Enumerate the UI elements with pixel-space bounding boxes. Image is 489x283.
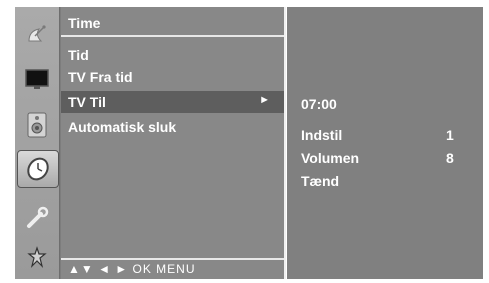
time-menu-panel: Time Tid TV Fra tid TV Til ► Automatisk …	[61, 7, 286, 279]
menu-item-tv-til[interactable]: TV Til ►	[61, 91, 284, 113]
navigation-hint: ▲▼ ◄ ► OK MENU	[68, 262, 196, 276]
tv-til-submenu: 07:00 Indstil 1 Volumen 8 Tænd	[286, 7, 483, 279]
wrench-icon[interactable]	[23, 204, 51, 232]
setting-value: 8	[446, 150, 454, 166]
menu-title: Time	[68, 15, 101, 31]
setting-label: Indstil	[301, 127, 343, 143]
satellite-dish-icon[interactable]	[23, 21, 51, 49]
menu-item-automatisk-sluk[interactable]: Automatisk sluk	[61, 116, 284, 138]
lock-icon[interactable]	[23, 245, 51, 273]
setting-value: 1	[446, 127, 454, 143]
setting-row-taend[interactable]: Tænd	[301, 173, 461, 193]
monitor-icon[interactable]	[23, 65, 51, 93]
title-divider	[61, 35, 284, 37]
on-time-value[interactable]: 07:00	[301, 96, 337, 112]
submenu-arrow-icon: ►	[259, 94, 270, 106]
speaker-icon[interactable]	[23, 111, 51, 139]
setting-row-indstil[interactable]: Indstil 1	[301, 127, 461, 147]
setting-label: Tænd	[301, 173, 340, 189]
menu-item-label: TV Til	[68, 94, 106, 110]
menu-item-tv-fra-tid[interactable]: TV Fra tid	[61, 66, 284, 88]
category-sidebar	[15, 7, 60, 279]
tv-osd-menu: Time Tid TV Fra tid TV Til ► Automatisk …	[15, 7, 483, 279]
setting-label: Volumen	[301, 150, 360, 166]
clock-icon[interactable]	[17, 150, 59, 188]
menu-item-tid[interactable]: Tid	[61, 44, 284, 66]
menu-item-label: Tid	[68, 47, 89, 63]
menu-item-label: Automatisk sluk	[68, 119, 177, 135]
navigation-hint-bar: ▲▼ ◄ ► OK MENU	[61, 258, 284, 279]
menu-item-label: TV Fra tid	[68, 69, 133, 85]
setting-row-volumen[interactable]: Volumen 8	[301, 150, 461, 170]
